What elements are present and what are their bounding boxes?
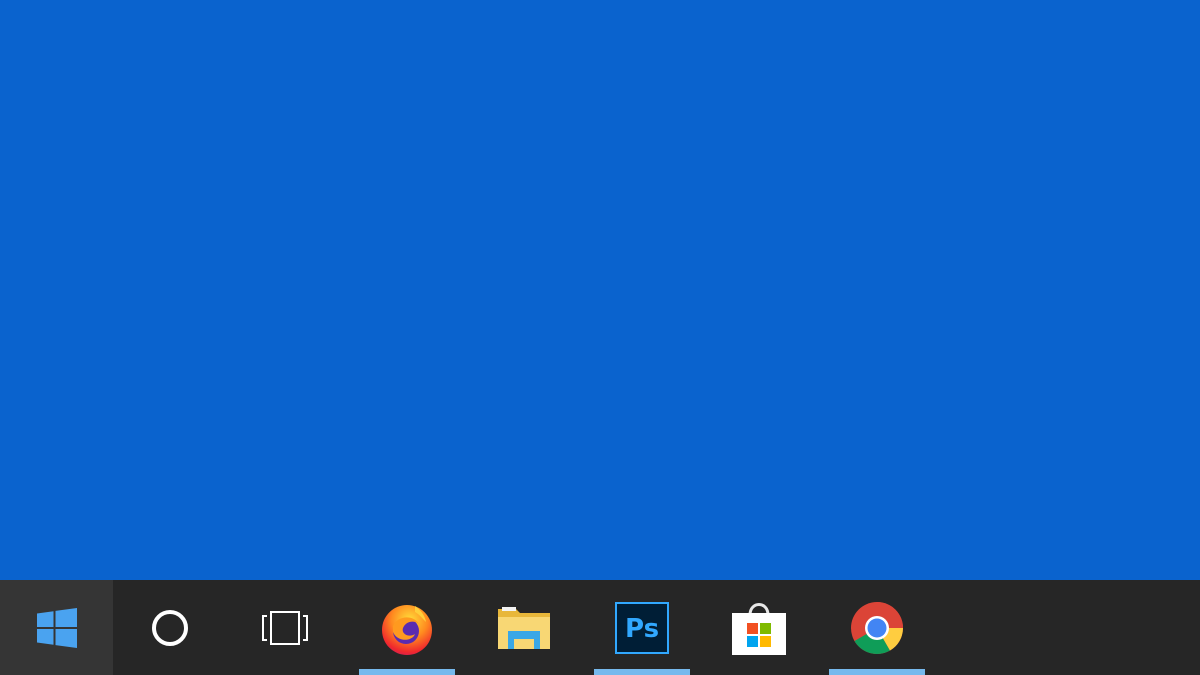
microsoft-store-taskbar-button[interactable] [700, 580, 817, 675]
chrome-running-indicator [829, 669, 925, 675]
photoshop-running-indicator [594, 669, 690, 675]
task-view-button[interactable] [227, 580, 343, 675]
taskbar: Ps [0, 580, 1200, 675]
chrome-taskbar-button[interactable] [818, 580, 936, 675]
photoshop-taskbar-button[interactable]: Ps [583, 580, 701, 675]
windows-logo-icon [36, 607, 77, 648]
folder-icon [497, 606, 550, 649]
desktop-background[interactable] [0, 0, 1200, 580]
file-explorer-taskbar-button[interactable] [465, 580, 582, 675]
chrome-icon [851, 601, 903, 654]
firefox-taskbar-button[interactable] [348, 580, 466, 675]
firefox-icon [382, 604, 432, 655]
photoshop-icon: Ps [615, 601, 669, 654]
start-button[interactable] [0, 580, 113, 675]
cortana-button[interactable] [113, 580, 227, 675]
photoshop-label: Ps [625, 614, 659, 644]
cortana-ring-icon [152, 609, 188, 646]
store-bag-icon [731, 602, 786, 655]
task-view-icon [262, 610, 308, 645]
firefox-running-indicator [359, 669, 455, 675]
